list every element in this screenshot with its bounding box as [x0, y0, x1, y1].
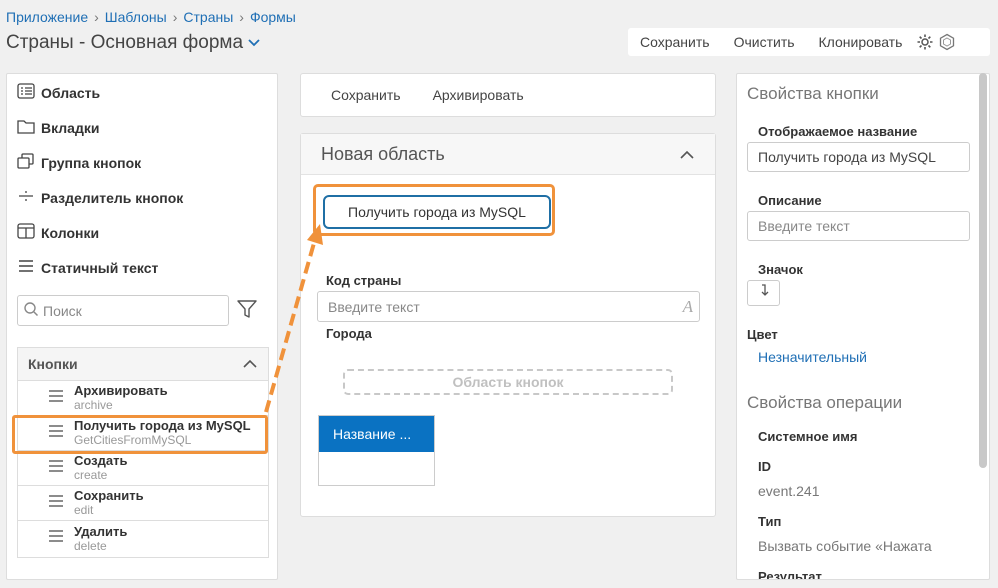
list-item-code: delete [74, 538, 107, 553]
form-area-header[interactable]: Новая область [301, 134, 715, 175]
color-label: Цвет [747, 327, 778, 342]
chevron-up-icon[interactable] [679, 144, 695, 165]
drag-handle-icon[interactable] [48, 389, 64, 408]
search-placeholder: Поиск [43, 302, 82, 319]
country-code-label: Код страны [326, 273, 402, 288]
component-button-group[interactable]: Группа кнопок [17, 153, 141, 172]
breadcrumb-countries[interactable]: Страны [183, 9, 233, 25]
highlight-box [313, 184, 555, 236]
display-name-label: Отображаемое название [758, 124, 918, 139]
component-label: Вкладки [41, 119, 100, 136]
breadcrumb-forms[interactable]: Формы [250, 9, 296, 25]
component-label: Разделитель кнопок [41, 189, 184, 206]
table-header-cell[interactable]: Название ... [319, 416, 434, 452]
component-label: Статичный текст [41, 259, 159, 276]
component-label: Колонки [41, 224, 100, 241]
hexagon-icon[interactable] [936, 33, 958, 51]
cities-label: Города [326, 326, 372, 341]
chevron-down-icon[interactable] [247, 35, 261, 51]
button-props-title: Свойства кнопки [747, 84, 879, 103]
buttons-section-title: Кнопки [28, 356, 78, 372]
result-label: Результат [758, 569, 822, 580]
operation-props-title: Свойства операции [747, 393, 903, 412]
save-button[interactable]: Сохранить [628, 34, 722, 50]
type-value: Вызвать событие «Нажата [758, 538, 932, 554]
copy-icon [17, 153, 35, 172]
list-item-code: archive [74, 398, 113, 412]
breadcrumb-separator: › [172, 9, 178, 25]
list-item-code: create [74, 468, 108, 482]
id-value: event.241 [758, 483, 820, 499]
type-label: Тип [758, 514, 782, 529]
field-placeholder: Введите текст [328, 298, 420, 315]
buttons-section-header[interactable]: Кнопки [18, 348, 268, 381]
country-code-field[interactable]: Введите текст A [317, 291, 700, 322]
list-item[interactable]: Архивировать archive [18, 381, 268, 416]
display-name-input[interactable]: Получить города из MySQL [747, 142, 970, 172]
component-columns[interactable]: Колонки [17, 223, 99, 242]
color-value-link[interactable]: Незначительный [758, 349, 867, 365]
icon-picker-button[interactable] [747, 280, 780, 306]
list-icon [17, 83, 35, 102]
drag-handle-icon[interactable] [48, 459, 64, 478]
components-panel: Область Вкладки Группа кнопок Разделител… [6, 73, 278, 580]
list-item-label: Удалить [74, 523, 128, 539]
cities-table: Название ... [318, 415, 435, 486]
filter-icon[interactable] [236, 298, 258, 325]
breadcrumb-separator: › [94, 9, 99, 25]
component-static-text[interactable]: Статичный текст [17, 258, 158, 277]
text-lines-icon [17, 258, 35, 277]
list-item[interactable]: Удалить delete [18, 521, 268, 556]
drag-handle-icon[interactable] [48, 529, 64, 548]
list-item[interactable]: Создать create [18, 451, 268, 486]
arrow-down-icon [758, 283, 770, 303]
list-item-label: Архивировать [74, 383, 168, 398]
page-title-text: Страны - Основная форма [6, 32, 244, 53]
icon-label: Значок [758, 262, 803, 277]
highlight-box [12, 415, 268, 454]
properties-panel: Свойства кнопки Отображаемое название По… [736, 73, 990, 580]
breadcrumb-templates[interactable]: Шаблоны [105, 9, 167, 25]
chevron-up-icon[interactable] [242, 356, 258, 372]
button-area-dropzone[interactable]: Область кнопок [343, 369, 673, 395]
list-item-label: Сохранить [74, 488, 144, 503]
description-input[interactable]: Введите текст [747, 211, 970, 241]
system-name-label: Системное имя [758, 429, 858, 444]
archive-button[interactable]: Архивировать [417, 87, 540, 103]
divider-icon [17, 188, 35, 207]
component-tabs[interactable]: Вкладки [17, 118, 99, 137]
list-item-code: edit [74, 503, 94, 517]
component-button-divider[interactable]: Разделитель кнопок [17, 188, 183, 207]
search-input[interactable]: Поиск [17, 295, 229, 326]
component-label: Группа кнопок [41, 154, 142, 171]
columns-icon [17, 223, 35, 242]
form-area-title: Новая область [321, 143, 445, 164]
list-item[interactable]: Сохранить edit [18, 486, 268, 521]
folder-icon [17, 118, 35, 137]
breadcrumb-app[interactable]: Приложение [6, 9, 88, 25]
list-item-label: Создать [74, 453, 128, 468]
search-icon [23, 301, 39, 320]
breadcrumb: Приложение › Шаблоны › Страны › Формы [6, 9, 296, 25]
component-area[interactable]: Область [17, 83, 100, 102]
form-toolbar: Сохранить Архивировать [300, 73, 716, 117]
clone-button[interactable]: Клонировать [807, 34, 915, 50]
description-label: Описание [758, 193, 822, 208]
page-title[interactable]: Страны - Основная форма [6, 32, 261, 54]
save-button[interactable]: Сохранить [315, 87, 417, 103]
id-label: ID [758, 459, 771, 474]
clear-button[interactable]: Очистить [722, 34, 807, 50]
scrollbar[interactable] [979, 73, 987, 468]
drag-handle-icon[interactable] [48, 494, 64, 513]
gear-icon[interactable] [914, 33, 936, 51]
text-type-icon: A [682, 297, 693, 316]
breadcrumb-separator: › [239, 9, 244, 25]
top-toolbar: Сохранить Очистить Клонировать [628, 28, 990, 56]
component-label: Область [41, 84, 101, 101]
